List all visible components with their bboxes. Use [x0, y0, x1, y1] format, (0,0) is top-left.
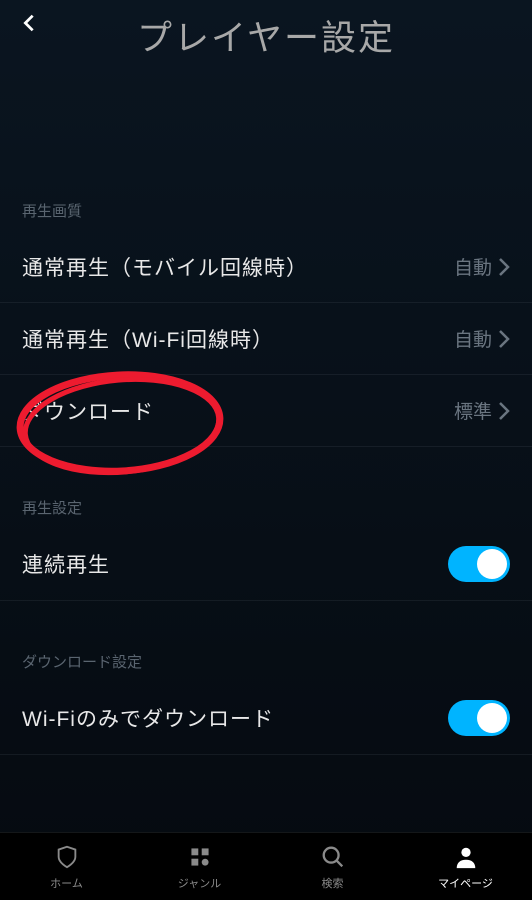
section-label-download-settings: ダウンロード設定 [0, 641, 532, 682]
toggle-wifi-only-download[interactable] [448, 700, 510, 736]
row-label: 連続再生 [22, 549, 448, 579]
row-download-quality[interactable]: ダウンロード 標準 [0, 375, 532, 447]
header: プレイヤー設定 [0, 0, 532, 70]
row-label: Wi-Fiのみでダウンロード [22, 703, 448, 733]
row-wifi-playback[interactable]: 通常再生（Wi-Fi回線時） 自動 [0, 303, 532, 375]
tab-label: ホーム [50, 875, 83, 891]
row-wifi-only-download: Wi-Fiのみでダウンロード [0, 682, 532, 755]
back-icon[interactable] [18, 12, 40, 34]
grid-icon [186, 843, 214, 871]
section-label-playback-quality: 再生画質 [0, 190, 532, 231]
row-mobile-playback[interactable]: 通常再生（モバイル回線時） 自動 [0, 231, 532, 303]
tab-home[interactable]: ホーム [0, 833, 133, 900]
tab-mypage[interactable]: マイページ [399, 833, 532, 900]
chevron-right-icon [498, 401, 510, 421]
search-icon [319, 843, 347, 871]
tab-genre[interactable]: ジャンル [133, 833, 266, 900]
row-label: 通常再生（Wi-Fi回線時） [22, 324, 454, 354]
tab-label: 検索 [322, 875, 344, 891]
row-label: 通常再生（モバイル回線時） [22, 252, 454, 282]
tab-search[interactable]: 検索 [266, 833, 399, 900]
row-label: ダウンロード [22, 396, 454, 426]
row-value: 自動 [454, 325, 492, 352]
chevron-right-icon [498, 257, 510, 277]
tab-label: ジャンル [178, 875, 221, 891]
chevron-right-icon [498, 329, 510, 349]
toggle-continuous-playback[interactable] [448, 546, 510, 582]
row-value: 自動 [454, 253, 492, 280]
person-icon [452, 843, 480, 871]
tab-label: マイページ [438, 875, 493, 891]
section-label-playback-settings: 再生設定 [0, 487, 532, 528]
shield-icon [53, 843, 81, 871]
row-continuous-playback: 連続再生 [0, 528, 532, 601]
row-value: 標準 [454, 397, 492, 424]
content: 再生画質 通常再生（モバイル回線時） 自動 通常再生（Wi-Fi回線時） 自動 … [0, 70, 532, 755]
page-title: プレイヤー設定 [18, 10, 514, 61]
tabbar: ホーム ジャンル 検索 マイページ [0, 832, 532, 900]
